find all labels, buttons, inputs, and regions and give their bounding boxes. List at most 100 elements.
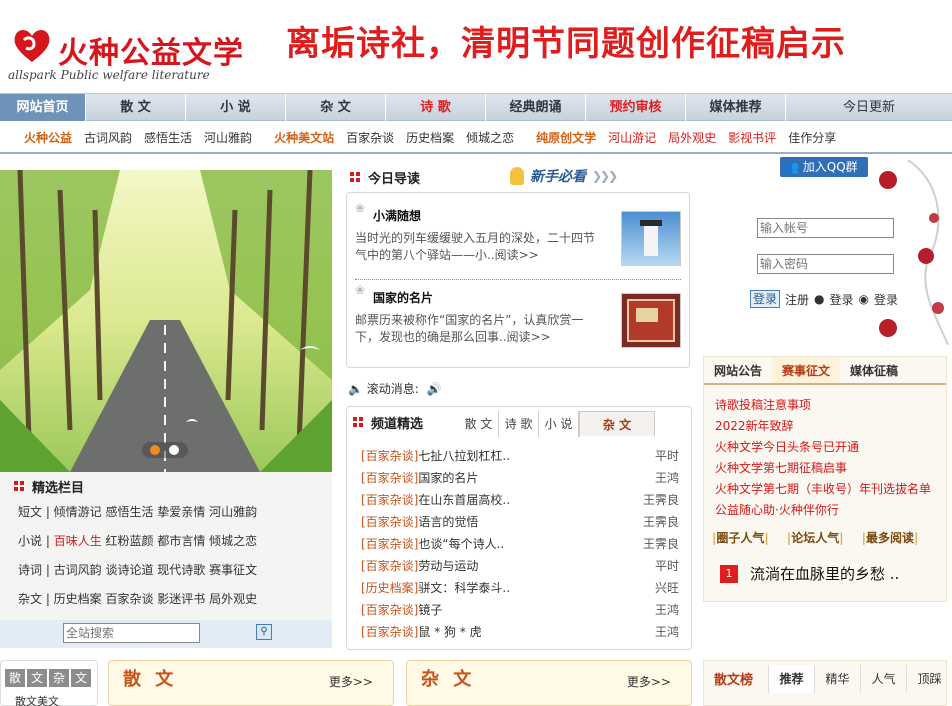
channel-row-tag[interactable]: [百家杂谈] [361,537,418,551]
channel-row-title[interactable]: [百家杂谈]语言的觉悟 [361,511,478,533]
account-input[interactable] [757,218,894,238]
guide-thumbnail[interactable] [621,293,681,348]
channel-row-tag[interactable]: [百家杂谈] [361,471,418,485]
channel-row-tag[interactable]: [百家杂谈] [361,515,418,529]
join-qq-group-button[interactable]: 👥 加入QQ群 [780,157,868,177]
tab-media-calls[interactable]: 媒体征稿 [840,357,908,383]
tab-recommended[interactable]: 推荐 [768,665,814,693]
column-row[interactable]: 杂文 | 历史档案 百家杂谈 影迷评书 局外观史 [0,585,332,614]
channel-row-title[interactable]: [百家杂谈]鼠 * 狗 * 虎 [361,621,482,643]
channel-row-title[interactable]: [百家杂谈]镜子 [361,599,442,621]
tab-circle-popular[interactable]: |圈子人气| [712,529,769,546]
channel-row-tag[interactable]: [百家杂谈] [361,449,418,463]
popular-item[interactable]: 1 流淌在血脉里的乡愁 .. [720,563,899,584]
channel-row-author[interactable]: 王鸿 [655,467,679,489]
channel-row[interactable]: [百家杂谈]劳动与运动 平时 [361,555,679,577]
channel-row-link[interactable]: 鼠 * 狗 * 虎 [418,625,481,639]
guide-thumbnail[interactable] [621,211,681,266]
more-link[interactable]: 更多>> [627,673,671,690]
tab-votes[interactable]: 顶踩 [906,665,952,693]
channel-row-title[interactable]: [百家杂谈]在山东首届高校.. [361,489,510,511]
nav-item-today[interactable]: 今日更新 [786,94,952,121]
site-logo[interactable]: 火种公益文学 allspark Public welfare literatur… [8,24,258,90]
channel-row[interactable]: [百家杂谈]镜子 王鸿 [361,599,679,621]
subnav-item[interactable]: 佳作分享 [788,129,836,146]
sound-icon[interactable]: 🔊 [427,382,442,396]
notice-item[interactable]: 公益随心助·火种伴你行 [715,500,946,521]
tab-popular[interactable]: 人气 [860,665,906,693]
tab-contests[interactable]: 赛事征文 [772,357,841,383]
channel-row-title[interactable]: [百家杂谈]国家的名片 [361,467,478,489]
channel-row-link[interactable]: 劳动与运动 [418,559,478,573]
nav-item-home[interactable]: 网站首页 [0,94,86,121]
image-slider[interactable] [0,170,332,472]
channel-row[interactable]: [百家杂谈]国家的名片 王鸿 [361,467,679,489]
channel-row[interactable]: [百家杂谈]也谈“每个诗人.. 王霁良 [361,533,679,555]
nav-item-media[interactable]: 媒体推荐 [686,94,786,121]
slider-dot[interactable] [169,445,179,455]
nav-item-recitation[interactable]: 经典朗诵 [486,94,586,121]
subnav-item[interactable]: 局外观史 [668,129,716,146]
login-button[interactable]: 登录 [750,290,781,308]
column-links[interactable]: 红粉蓝颜 都市言情 倾城之恋 [102,534,258,548]
guide-item-desc[interactable]: 邮票历来被称作“国家的名片”，认真欣赏一下，发现也的确是那么回事..阅读>> [355,312,601,346]
channel-row-title[interactable]: [百家杂谈]七扯八拉划杠杠.. [361,445,510,467]
guide-item[interactable]: ❀ 小满随想 当时光的列车缓缓驶入五月的深处，二十四节气中的第八个驿站——小..… [355,201,683,266]
channel-row-link[interactable]: 在山东首届高校.. [418,493,510,507]
register-link[interactable]: 注册 [785,291,809,308]
channel-row-tag[interactable]: [历史档案] [361,581,418,595]
category-sub[interactable]: 散文美文 [15,693,97,706]
nav-item-novel[interactable]: 小 说 [186,94,286,121]
subnav-item[interactable]: 火种美文站 [274,129,334,146]
channel-row[interactable]: [历史档案]骈文：科学泰斗.. 兴旺 [361,577,679,599]
channel-row-author[interactable]: 王霁良 [643,489,679,511]
channel-row[interactable]: [百家杂谈]七扯八拉划杠杠.. 平时 [361,445,679,467]
slider-dot-active[interactable] [150,445,160,455]
channel-row-tag[interactable]: [百家杂谈] [361,493,418,507]
channel-row-author[interactable]: 平时 [655,445,679,467]
nav-item-essay[interactable]: 杂 文 [286,94,386,121]
subnav-item[interactable]: 感悟生活 [144,129,192,146]
channel-row-tag[interactable]: [百家杂谈] [361,625,418,639]
subnav-item[interactable]: 影视书评 [728,129,776,146]
banner-headline[interactable]: 离垢诗社，清明节同题创作征稿启示 [286,16,846,65]
subnav-item[interactable]: 倾城之恋 [466,129,514,146]
password-input[interactable] [757,254,894,274]
tab-poetry[interactable]: 诗 歌 [499,411,539,437]
guide-item[interactable]: ❀ 国家的名片 邮票历来被称作“国家的名片”，认真欣赏一下，发现也的确是那么回事… [355,283,683,348]
channel-row-tag[interactable]: [百家杂谈] [361,603,418,617]
tab-forum-popular[interactable]: |论坛人气| [787,529,844,546]
subnav-item[interactable]: 古词风韵 [84,129,132,146]
nav-item-poetry[interactable]: 诗 歌 [386,94,486,121]
channel-row-link[interactable]: 骈文：科学泰斗.. [418,581,510,595]
subnav-item[interactable]: 河山雅韵 [204,129,252,146]
notice-item[interactable]: 诗歌投稿注意事项 [715,395,946,416]
tab-prose[interactable]: 散 文 [459,411,499,437]
wechat-login-link[interactable]: 登录 [874,291,898,308]
tab-featured[interactable]: 精华 [814,665,860,693]
search-icon[interactable]: ⚲ [256,624,272,640]
subnav-item[interactable]: 火种公益 [24,129,72,146]
channel-row[interactable]: [百家杂谈]在山东首届高校.. 王霁良 [361,489,679,511]
column-row[interactable]: 诗词 | 古词风韵 谈诗论道 现代诗歌 赛事征文 [0,556,332,585]
channel-row-link[interactable]: 国家的名片 [418,471,478,485]
popular-item-title[interactable]: 流淌在血脉里的乡愁 .. [750,563,899,584]
channel-row-author[interactable]: 王鸿 [655,621,679,643]
channel-row-title[interactable]: [历史档案]骈文：科学泰斗.. [361,577,510,599]
column-link[interactable]: 百味人生 [54,534,102,548]
search-input[interactable] [63,623,200,643]
channel-row[interactable]: [百家杂谈]鼠 * 狗 * 虎 王鸿 [361,621,679,643]
qq-login-link[interactable]: 登录 [830,291,854,308]
nav-item-review[interactable]: 预约审核 [586,94,686,121]
notice-item[interactable]: 火种文学今日头条号已开通 [715,437,946,458]
channel-row-author[interactable]: 兴旺 [655,577,679,599]
channel-row-link[interactable]: 镜子 [418,603,442,617]
channel-row-author[interactable]: 王霁良 [643,511,679,533]
notice-item[interactable]: 火种文学第七期（丰收号）年刊选拔名单 [715,479,946,500]
notice-item[interactable]: 火种文学第七期征稿启事 [715,458,946,479]
column-row[interactable]: 短文 | 倾情游记 感悟生活 挚爱亲情 河山雅韵 [0,498,332,527]
subnav-item[interactable]: 纯原创文学 [536,129,596,146]
channel-row[interactable]: [百家杂谈]语言的觉悟 王霁良 [361,511,679,533]
channel-row-link[interactable]: 语言的觉悟 [418,515,478,529]
subnav-item[interactable]: 河山游记 [608,129,656,146]
